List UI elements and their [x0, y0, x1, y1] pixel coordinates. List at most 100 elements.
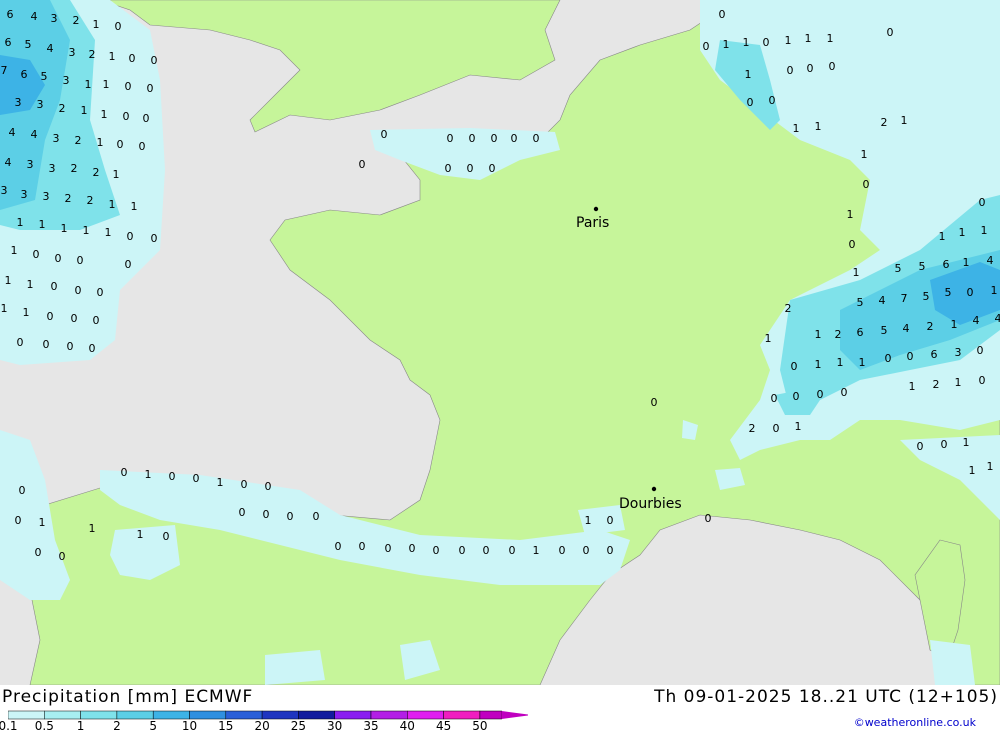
precip-value: 1 — [745, 68, 752, 81]
precip-value: 1 — [97, 136, 104, 149]
precip-value: 0 — [125, 258, 132, 271]
precip-value: 0 — [651, 396, 658, 409]
precip-value: 5 — [25, 38, 32, 51]
precip-value: 0 — [359, 540, 366, 553]
precip-value: 1 — [765, 332, 772, 345]
precip-value: 0 — [139, 140, 146, 153]
precip-value: 3 — [37, 98, 44, 111]
precip-value: 1 — [61, 222, 68, 235]
precip-value: 3 — [53, 132, 60, 145]
precip-value: 3 — [63, 74, 70, 87]
precip-value: 1 — [785, 34, 792, 47]
legend-tick-label: 0.5 — [34, 719, 54, 733]
precip-value: 0 — [979, 374, 986, 387]
precip-value: 0 — [169, 470, 176, 483]
precip-value: 1 — [955, 376, 962, 389]
precip-value: 6 — [943, 258, 950, 271]
legend-swatch — [116, 710, 154, 720]
precip-value: 0 — [77, 254, 84, 267]
precip-value: 6 — [5, 36, 12, 49]
precip-value: 1 — [101, 108, 108, 121]
precip-value: 4 — [879, 294, 886, 307]
legend-swatch — [298, 710, 335, 720]
precip-value: 0 — [385, 542, 392, 555]
precip-value: 4 — [973, 314, 980, 327]
precip-value: 1 — [795, 420, 802, 433]
precip-value: 0 — [71, 312, 78, 325]
precip-value: 3 — [15, 96, 22, 109]
precip-value: 0 — [123, 110, 130, 123]
precip-value: 0 — [265, 480, 272, 493]
precip-value: 1 — [93, 18, 100, 31]
precip-value: 0 — [793, 390, 800, 403]
precip-value: 3 — [51, 12, 58, 25]
precip-value: 1 — [939, 230, 946, 243]
precip-value: 3 — [49, 162, 56, 175]
legend-tick-label: 40 — [399, 719, 415, 733]
legend-swatch — [261, 710, 299, 720]
precip-value: 4 — [31, 128, 38, 141]
legend-tick-label: 15 — [218, 719, 234, 733]
precip-value: 1 — [901, 114, 908, 127]
precip-value: 0 — [489, 162, 496, 175]
precip-value: 1 — [815, 120, 822, 133]
precip-value: 1 — [103, 78, 110, 91]
precip-value: 2 — [933, 378, 940, 391]
precip-value: 0 — [129, 52, 136, 65]
precip-value: 0 — [263, 508, 270, 521]
precip-value: 4 — [903, 322, 910, 335]
credit-link[interactable]: ©weatheronline.co.uk — [854, 716, 976, 729]
precip-value: 0 — [607, 514, 614, 527]
precip-value: 0 — [147, 82, 154, 95]
precip-value: 0 — [445, 162, 452, 175]
precip-value: 0 — [705, 512, 712, 525]
precip-value: 0 — [125, 80, 132, 93]
precip-value: 0 — [75, 284, 82, 297]
legend-swatch — [44, 710, 81, 720]
precip-value: 1 — [131, 200, 138, 213]
precip-value: 2 — [71, 162, 78, 175]
legend-tick-label: 5 — [149, 719, 158, 733]
precip-value: 0 — [747, 96, 754, 109]
legend-tick-label: 10 — [181, 719, 198, 733]
precip-value: 1 — [23, 306, 30, 319]
precip-value: 1 — [217, 476, 224, 489]
precip-value: 1 — [815, 358, 822, 371]
precip-value: 5 — [923, 290, 930, 303]
precip-value: 4 — [5, 156, 12, 169]
legend-swatch — [370, 710, 408, 720]
precip-value: 1 — [27, 278, 34, 291]
precip-value: 1 — [81, 104, 88, 117]
precip-value: 1 — [827, 32, 834, 45]
precip-value: 5 — [919, 260, 926, 273]
legend-tick-label: 0.1 — [0, 719, 18, 733]
precip-value: 1 — [105, 226, 112, 239]
legend-swatch — [80, 710, 118, 720]
precip-value: 0 — [89, 342, 96, 355]
precip-value: 0 — [409, 542, 416, 555]
precip-value: 1 — [85, 78, 92, 91]
precip-value: 0 — [491, 132, 498, 145]
precip-value: 0 — [121, 466, 128, 479]
precip-value: 1 — [963, 256, 970, 269]
precip-value: 0 — [33, 248, 40, 261]
precip-value: 0 — [19, 484, 26, 497]
precip-value: 0 — [771, 392, 778, 405]
precip-value: 1 — [963, 436, 970, 449]
precip-value: 1 — [17, 216, 24, 229]
precip-value: 1 — [11, 244, 18, 257]
precip-value: 3 — [27, 158, 34, 171]
precip-value: 1 — [909, 380, 916, 393]
precip-value: 5 — [945, 286, 952, 299]
precip-value: 0 — [483, 544, 490, 557]
precip-value: 5 — [41, 70, 48, 83]
precip-value: 0 — [115, 20, 122, 33]
precip-value: 2 — [881, 116, 888, 129]
legend-tick-label: 30 — [327, 719, 343, 733]
precip-value: 0 — [93, 314, 100, 327]
precip-value: 0 — [885, 352, 892, 365]
legend-arrow — [501, 711, 528, 719]
precip-value: 1 — [969, 464, 976, 477]
precip-value: 0 — [151, 54, 158, 67]
precip-value: 0 — [17, 336, 24, 349]
